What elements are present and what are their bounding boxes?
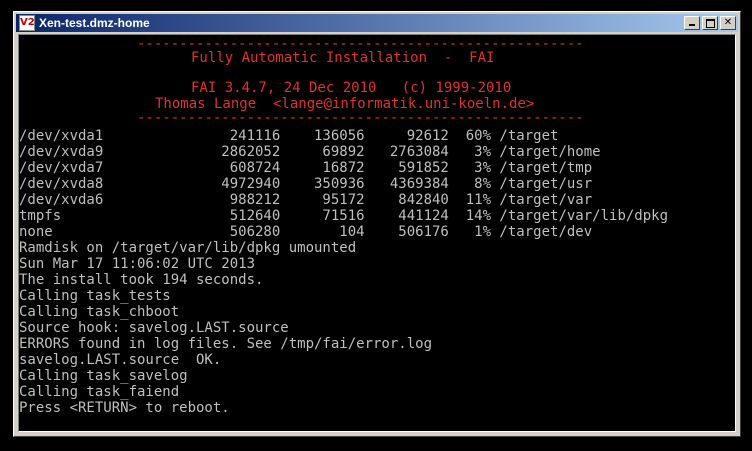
log-line: Calling task_savelog xyxy=(19,368,188,384)
df-row: /dev/xvda9 2862052 69892 2763084 3% /tar… xyxy=(19,144,601,160)
header-rule-bottom: ----------------------------------------… xyxy=(137,110,584,126)
log-line: Calling task_chboot xyxy=(19,304,180,320)
header-title: Fully Automatic Installation - FAI xyxy=(191,50,495,66)
df-row: tmpfs 512640 71516 441124 14% /target/va… xyxy=(19,208,669,224)
vnc-viewer-icon[interactable]: V2 xyxy=(19,15,35,31)
df-row: none 506280 104 506176 1% /target/dev xyxy=(19,224,593,240)
vnc-window: V2 Xen-test.dmz-home -------------------… xyxy=(13,11,741,437)
window-titlebar[interactable]: V2 Xen-test.dmz-home xyxy=(16,14,738,32)
log-line: Sun Mar 17 11:06:02 UTC 2013 xyxy=(19,256,256,272)
terminal-console[interactable]: ----------------------------------------… xyxy=(18,34,736,432)
log-line: The install took 194 seconds. xyxy=(19,272,264,288)
log-line: Source hook: savelog.LAST.source xyxy=(19,320,289,336)
log-line: Ramdisk on /target/var/lib/dpkg umounted xyxy=(19,240,357,256)
df-row: /dev/xvda1 241116 136056 92612 60% /targ… xyxy=(19,128,559,144)
df-row: /dev/xvda8 4972940 350936 4369384 8% /ta… xyxy=(19,176,593,192)
reboot-prompt: Press <RETURN> to reboot. xyxy=(19,400,230,416)
log-line: ERRORS found in log files. See /tmp/fai/… xyxy=(19,336,433,352)
minimize-button[interactable] xyxy=(684,16,700,30)
log-line: Calling task_faiend xyxy=(19,384,180,400)
header-version: FAI 3.4.7, 24 Dec 2010 (c) 1999-2010 xyxy=(191,80,512,96)
df-row: /dev/xvda7 608724 16872 591852 3% /targe… xyxy=(19,160,593,176)
maximize-button[interactable] xyxy=(702,16,718,30)
log-line: savelog.LAST.source OK. xyxy=(19,352,222,368)
window-title: Xen-test.dmz-home xyxy=(39,16,150,30)
log-line: Calling task_tests xyxy=(19,288,171,304)
close-button[interactable] xyxy=(720,16,736,30)
df-row: /dev/xvda6 988212 95172 842840 11% /targ… xyxy=(19,192,593,208)
